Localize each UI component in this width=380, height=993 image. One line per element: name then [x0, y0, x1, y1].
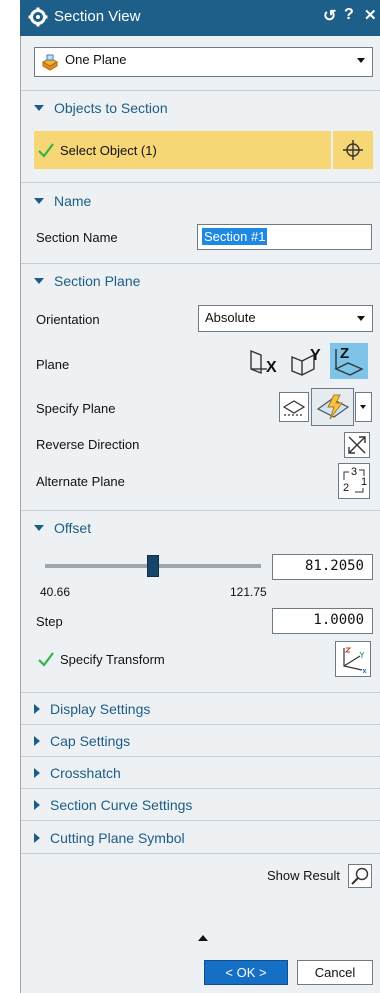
divider	[21, 724, 380, 725]
plane-label: Plane	[36, 357, 70, 372]
show-result-button[interactable]	[348, 864, 372, 888]
divider	[21, 263, 380, 264]
cap-settings-header[interactable]: Cap Settings	[34, 733, 130, 749]
plane-type-button[interactable]	[311, 388, 354, 426]
checkmark-icon	[38, 652, 54, 667]
divider	[21, 853, 380, 854]
name-header[interactable]: Name	[34, 193, 91, 209]
reverse-direction-label: Reverse Direction	[36, 437, 140, 452]
show-result-label: Show Result	[267, 868, 340, 883]
close-button[interactable]: ✕	[364, 6, 377, 24]
orientation-value: Absolute	[205, 310, 256, 325]
select-object-label: Select Object (1)	[60, 143, 157, 158]
reverse-direction-button[interactable]	[344, 432, 370, 458]
offset-header[interactable]: Offset	[34, 520, 91, 536]
section-name-input[interactable]: Section #1	[197, 224, 372, 250]
orientation-label: Orientation	[36, 312, 100, 327]
offset-max-label: 121.75	[230, 585, 267, 599]
reverse-direction-icon	[348, 436, 366, 454]
plane-z-button[interactable]: Z	[330, 343, 368, 379]
display-settings-header[interactable]: Display Settings	[34, 701, 150, 717]
collapse-arrow-icon	[34, 736, 40, 747]
plane-y-axis: Y	[310, 347, 321, 364]
reset-button[interactable]: ↺	[323, 6, 336, 26]
divider	[21, 820, 380, 821]
plane-select-icon	[282, 400, 306, 416]
offset-min-label: 40.66	[40, 585, 71, 599]
specify-plane-label: Specify Plane	[36, 401, 116, 416]
gear-icon[interactable]	[28, 7, 48, 27]
expand-arrow-icon	[34, 525, 44, 532]
offset-slider-thumb[interactable]	[147, 555, 159, 577]
crosshair-icon[interactable]	[343, 140, 363, 160]
divider	[21, 692, 380, 693]
divider	[21, 756, 380, 757]
divider	[21, 788, 380, 789]
csys-icon	[343, 647, 367, 674]
checkmark-icon	[38, 143, 54, 158]
plane-z-axis: Z	[340, 345, 350, 362]
dialog-title: Section View	[54, 8, 141, 25]
more-options-arrow[interactable]	[198, 935, 208, 941]
chevron-down-icon	[360, 405, 366, 409]
chevron-down-icon	[357, 316, 365, 321]
objects-to-section-header[interactable]: Objects to Section	[34, 100, 168, 116]
one-plane-icon	[41, 54, 59, 71]
collapse-arrow-icon	[34, 800, 40, 811]
plane-type-dropdown[interactable]	[355, 392, 372, 422]
help-button[interactable]: ?	[344, 6, 354, 24]
expand-arrow-icon	[34, 105, 44, 112]
specify-plane-button[interactable]	[279, 392, 309, 422]
specify-transform-button[interactable]	[335, 641, 371, 677]
section-name-value: Section #1	[202, 228, 268, 245]
cancel-button[interactable]: Cancel	[297, 960, 373, 985]
section-type-value: One Plane	[65, 52, 127, 67]
step-label: Step	[36, 614, 63, 629]
section-curve-settings-header[interactable]: Section Curve Settings	[34, 797, 192, 813]
left-strip	[0, 0, 20, 993]
orientation-dropdown[interactable]: Absolute	[198, 305, 373, 332]
cycle-arrows-icon	[343, 469, 365, 493]
chevron-down-icon	[357, 58, 365, 63]
ok-button[interactable]: < OK >	[204, 960, 288, 985]
divider	[21, 182, 380, 183]
offset-value-input[interactable]: 81.2050	[272, 554, 373, 580]
plane-x-axis: X	[266, 359, 277, 376]
expand-arrow-icon	[34, 198, 44, 205]
collapse-arrow-icon	[34, 768, 40, 779]
title-bar: Section View ↺ ? ✕	[20, 0, 380, 36]
collapse-arrow-icon	[34, 704, 40, 715]
step-value-input[interactable]: 1.0000	[272, 608, 373, 634]
section-type-dropdown[interactable]: One Plane	[34, 47, 373, 77]
plane-x-button[interactable]: X	[245, 343, 281, 379]
divider	[21, 510, 380, 511]
alternate-plane-label: Alternate Plane	[36, 474, 125, 489]
alternate-plane-button[interactable]: 3 2 1	[338, 463, 370, 499]
cutting-plane-symbol-header[interactable]: Cutting Plane Symbol	[34, 830, 185, 846]
crosshatch-header[interactable]: Crosshatch	[34, 765, 121, 781]
divider	[21, 90, 380, 91]
inferred-plane-icon	[316, 394, 350, 420]
plane-y-button[interactable]: Y	[288, 343, 324, 379]
specify-transform-label: Specify Transform	[60, 652, 165, 667]
collapse-arrow-icon	[34, 833, 40, 844]
section-name-label: Section Name	[36, 230, 118, 245]
expand-arrow-icon	[34, 278, 44, 285]
magnifier-icon	[351, 867, 369, 885]
section-plane-header[interactable]: Section Plane	[34, 273, 140, 289]
